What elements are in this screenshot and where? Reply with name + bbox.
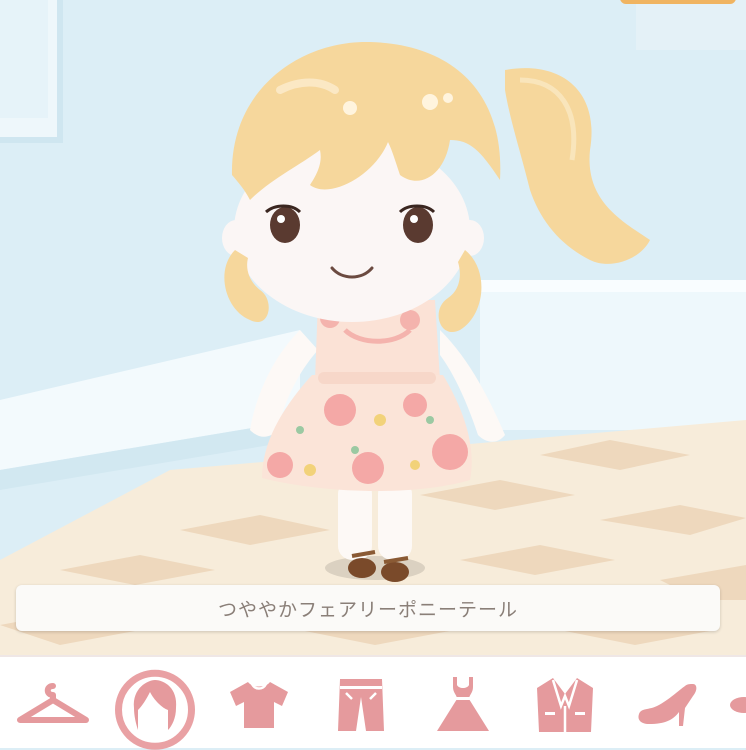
accessory-icon: [722, 685, 746, 725]
item-name-label: つややかフェアリーポニーテール: [16, 585, 720, 631]
item-name-text: つややかフェアリーポニーテール: [217, 598, 518, 621]
heel-shoe-icon: [635, 680, 699, 730]
tab-hanger[interactable]: [10, 665, 96, 745]
dress-icon: [433, 675, 493, 735]
pants-icon: [334, 677, 388, 733]
top-badge: [620, 0, 736, 4]
tab-dress[interactable]: [420, 665, 506, 745]
room-scene: [0, 0, 746, 660]
hair-icon: [128, 678, 182, 732]
tab-outer[interactable]: [522, 665, 608, 745]
tab-accessory[interactable]: [722, 665, 746, 745]
category-tab-bar: [0, 655, 746, 750]
jacket-icon: [533, 676, 597, 734]
shirt-icon: [228, 678, 290, 732]
window: [0, 0, 63, 143]
tab-shoes[interactable]: [624, 665, 710, 745]
hanger-icon: [16, 680, 90, 730]
tab-tops[interactable]: [216, 665, 302, 745]
tab-bottoms[interactable]: [318, 665, 404, 745]
tab-hair[interactable]: [112, 665, 198, 750]
